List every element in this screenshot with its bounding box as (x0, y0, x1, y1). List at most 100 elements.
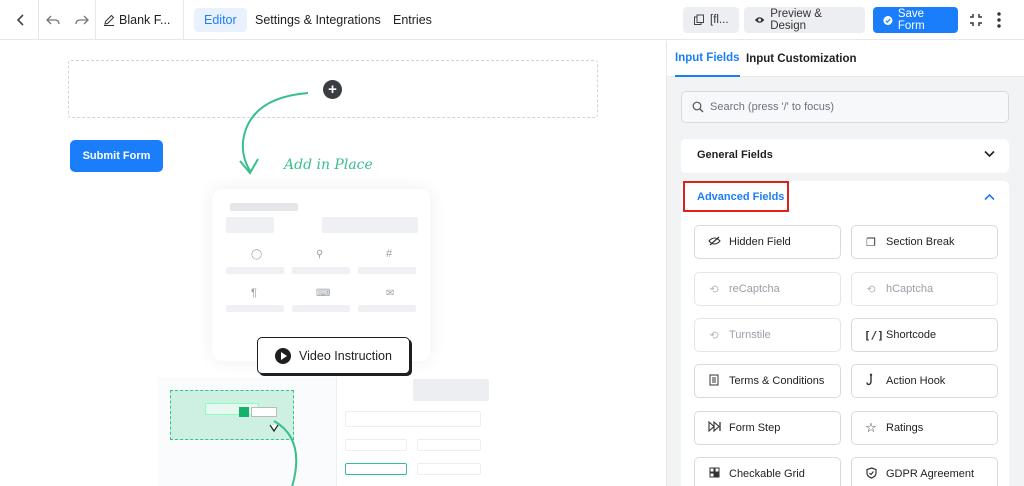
eye-icon (754, 17, 765, 23)
undo-icon[interactable] (42, 0, 64, 40)
field-checkable-grid[interactable]: Checkable Grid (694, 457, 841, 486)
placeholder-bar (226, 217, 274, 233)
placeholder-bar (226, 305, 284, 312)
field-label: GDPR Agreement (886, 468, 975, 480)
field-label: Hidden Field (729, 236, 791, 248)
copy-icon (694, 14, 704, 25)
check-circle-icon (883, 15, 893, 25)
mail-icon: ✉ (386, 288, 395, 299)
steps-icon (707, 420, 721, 435)
drag-block (239, 407, 249, 417)
field-label: reCaptcha (729, 283, 780, 295)
eye-off-icon (707, 236, 721, 249)
user-icon: ◯ (251, 249, 263, 260)
field-label: Section Break (886, 236, 955, 248)
placeholder-bar (417, 439, 481, 451)
chevron-up-icon[interactable] (984, 193, 995, 201)
tab-editor[interactable]: Editor (194, 8, 247, 32)
search-input[interactable]: Search (press '/' to focus) (681, 91, 1009, 123)
save-form-button[interactable]: Save Form (873, 7, 958, 33)
pencil-icon (104, 14, 115, 26)
field-label: Action Hook (886, 375, 946, 387)
placeholder-bar (292, 267, 350, 274)
shortcode-label: [fl... (710, 14, 729, 26)
illustration-card: ◯ ⚲ # ¶ ⌨ ✉ (212, 189, 430, 361)
document-icon (707, 374, 721, 389)
general-fields-header[interactable]: General Fields (681, 139, 1009, 171)
top-toolbar: Blank F... Editor Settings & Integration… (0, 0, 1024, 40)
save-form-label: Save Form (897, 8, 925, 32)
shortcode-icon: [/] (864, 328, 884, 342)
field-ratings[interactable]: ☆ Ratings (851, 411, 998, 445)
paragraph-icon: ¶ (251, 287, 257, 299)
placeholder-bar (230, 203, 298, 211)
back-icon[interactable] (10, 0, 32, 40)
form-title-text: Blank F... (119, 13, 171, 27)
field-terms-conditions[interactable]: Terms & Conditions (694, 364, 841, 398)
field-hidden-field[interactable]: Hidden Field (694, 225, 841, 259)
tab-settings-integrations[interactable]: Settings & Integrations (245, 8, 391, 32)
field-section-break[interactable]: ❐ Section Break (851, 225, 998, 259)
redo-icon[interactable] (71, 0, 93, 40)
highlight-annotation-box (683, 181, 789, 212)
placeholder-bar (226, 267, 284, 274)
video-instruction-label: Video Instruction (299, 348, 392, 363)
field-label: Shortcode (886, 329, 937, 341)
field-action-hook[interactable]: Action Hook (851, 364, 998, 398)
field-label: Form Step (729, 422, 781, 434)
add-field-icon[interactable]: + (323, 80, 342, 99)
shield-icon (864, 466, 878, 482)
preview-design-button[interactable]: Preview & Design (744, 7, 865, 33)
curve-illustration (269, 420, 298, 486)
form-title[interactable]: Blank F... (103, 0, 170, 40)
search-placeholder: Search (press '/' to focus) (710, 101, 835, 113)
tab-input-fields[interactable]: Input Fields (675, 41, 740, 77)
divider (183, 0, 184, 40)
general-fields-section[interactable]: General Fields (681, 139, 1009, 173)
placeholder-bar (345, 411, 481, 427)
field-recaptcha[interactable]: ⟲ reCaptcha (694, 272, 841, 306)
placeholder-bar (345, 439, 407, 451)
location-icon: ⚲ (316, 249, 324, 260)
puzzle-icon: ❐ (866, 236, 876, 249)
submit-form-button[interactable]: Submit Form (70, 140, 163, 172)
placeholder-bar (345, 463, 407, 475)
placeholder-bar (251, 407, 277, 417)
field-label: Turnstile (729, 329, 771, 341)
hash-icon: # (386, 248, 393, 260)
add-in-place-hint: Add in Place (284, 157, 373, 173)
hook-icon (864, 373, 878, 389)
placeholder-bar (358, 305, 416, 312)
divider (95, 0, 96, 40)
chevron-down-icon[interactable] (984, 150, 995, 158)
star-icon: ☆ (865, 420, 877, 435)
field-hcaptcha[interactable]: ⟲ hCaptcha (851, 272, 998, 306)
tab-entries[interactable]: Entries (383, 8, 442, 32)
field-shortcode[interactable]: [/] Shortcode (851, 318, 998, 352)
field-gdpr-agreement[interactable]: GDPR Agreement (851, 457, 998, 486)
grid-icon (707, 467, 721, 481)
tab-input-customization[interactable]: Input Customization (746, 41, 857, 77)
turnstile-icon: ⟲ (709, 329, 719, 342)
preview-design-label: Preview & Design (770, 8, 822, 32)
placeholder-bar (292, 305, 350, 312)
play-icon (275, 347, 292, 364)
field-label: hCaptcha (886, 283, 934, 295)
form-canvas: + Submit Form Add in Place ◯ ⚲ # ¶ ⌨ ✉ V… (0, 41, 666, 486)
field-label: Checkable Grid (729, 468, 805, 480)
placeholder-bar (322, 217, 418, 233)
more-options-icon[interactable] (992, 0, 1006, 40)
placeholder-bar (358, 267, 416, 274)
shortcode-button[interactable]: [fl... (683, 7, 739, 33)
fullscreen-exit-icon[interactable] (966, 0, 986, 40)
field-label: Ratings (886, 422, 924, 434)
field-form-step[interactable]: Form Step (694, 411, 841, 445)
field-label: Terms & Conditions (729, 375, 825, 387)
panel-tabs: Input Fields Input Customization (667, 41, 1024, 77)
hcaptcha-icon: ⟲ (866, 283, 876, 296)
general-fields-title: General Fields (697, 149, 773, 161)
placeholder-bar (413, 379, 489, 401)
video-instruction-button[interactable]: Video Instruction (257, 337, 410, 374)
field-turnstile[interactable]: ⟲ Turnstile (694, 318, 841, 352)
recaptcha-icon: ⟲ (709, 283, 719, 296)
